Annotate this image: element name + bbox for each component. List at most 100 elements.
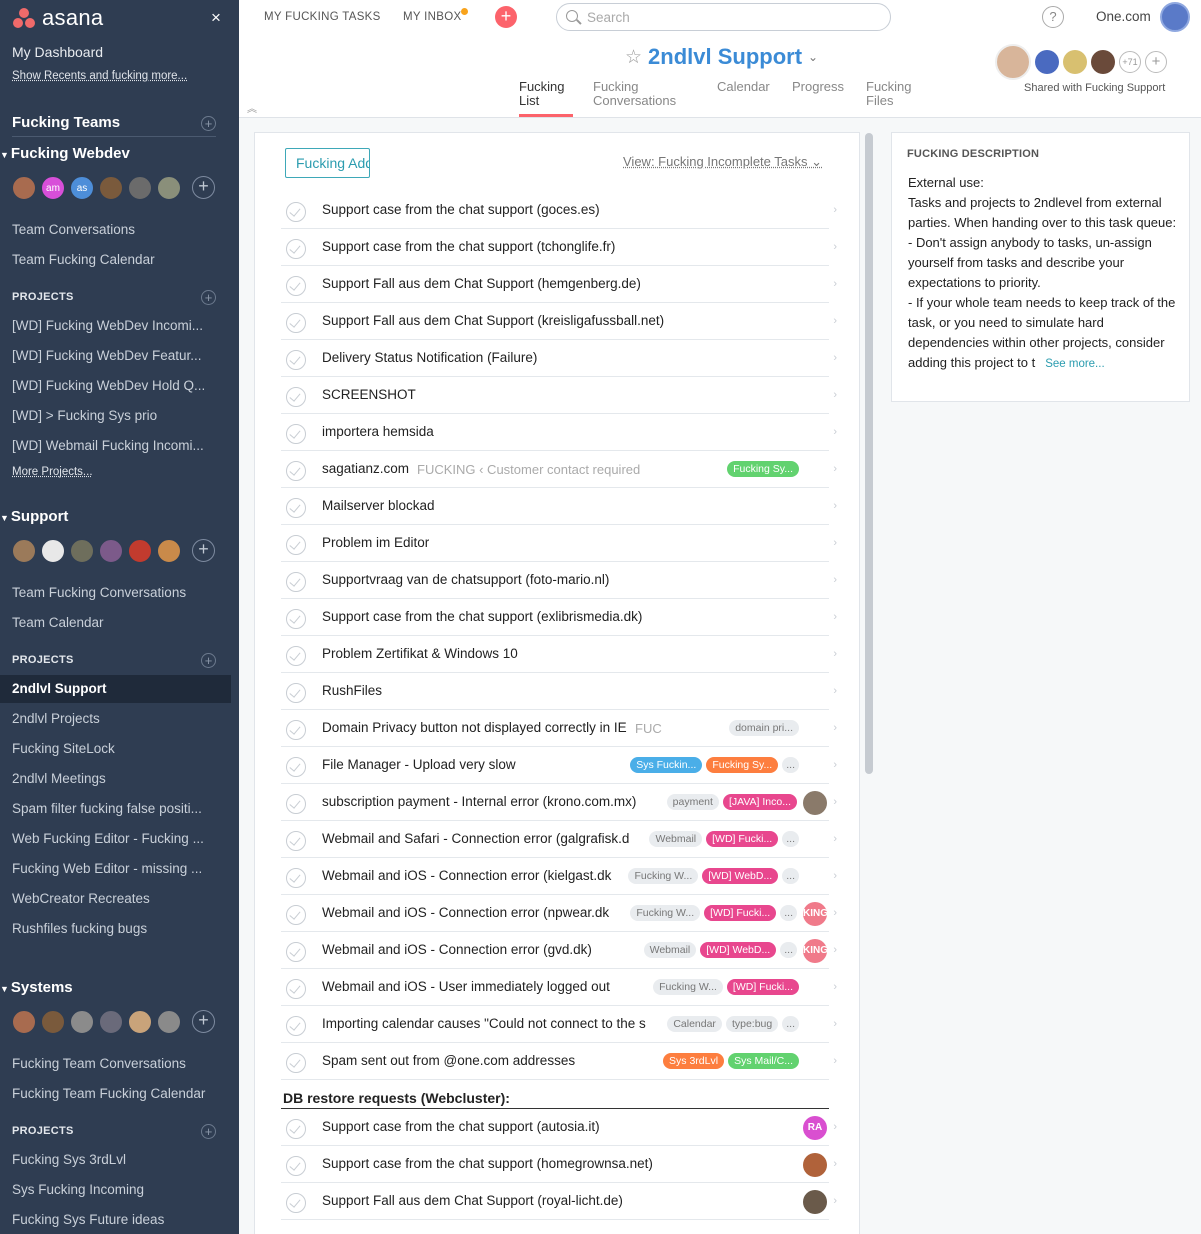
add-task-button[interactable]: Fucking Add [285, 148, 370, 178]
sidebar-project[interactable]: [WD] Webmail Fucking Incomi... [12, 438, 212, 453]
task-row[interactable]: Support Fall aus dem Chat Support (kreis… [281, 303, 837, 340]
member-avatar[interactable] [128, 539, 152, 563]
sidebar-project[interactable]: WebCreator Recreates [12, 891, 212, 906]
tag[interactable]: Sys Fuckin... [630, 757, 703, 773]
task-name[interactable]: SCREENSHOT [322, 387, 416, 402]
member-avatar[interactable] [157, 539, 181, 563]
asana-logo[interactable]: asana [12, 5, 103, 31]
tag[interactable]: ... [782, 831, 799, 847]
show-recents-link[interactable]: Show Recents and fucking more... [12, 70, 187, 82]
chevron-right-icon[interactable]: › [833, 1018, 837, 1030]
tag[interactable]: [WD] Fucki... [726, 979, 799, 995]
chevron-right-icon[interactable]: › [833, 241, 837, 253]
complete-checkbox[interactable] [286, 1156, 306, 1176]
tag[interactable]: payment [666, 794, 719, 810]
sidebar-project[interactable]: Fucking SiteLock [12, 741, 212, 756]
task-name[interactable]: Delivery Status Notification (Failure) [322, 350, 537, 365]
task-name[interactable]: Webmail and iOS - Connection error (kiel… [322, 868, 620, 883]
complete-checkbox[interactable] [286, 350, 306, 370]
task-row[interactable]: Support Fall aus dem Chat Support (hemge… [281, 266, 837, 303]
tag[interactable]: ... [782, 757, 799, 773]
team-calendar-link[interactable]: Team Fucking Calendar [12, 252, 212, 267]
chevron-right-icon[interactable]: › [833, 278, 837, 290]
tag[interactable]: [WD] WebD... [702, 868, 779, 884]
tab-progress[interactable]: Progress [792, 80, 844, 94]
sidebar-project[interactable]: 2ndlvl Projects [12, 711, 212, 726]
add-project-icon[interactable]: + [201, 1124, 216, 1139]
task-name[interactable]: Support Fall aus dem Chat Support (royal… [322, 1193, 623, 1208]
sidebar-project[interactable]: Web Fucking Editor - Fucking ... [12, 831, 212, 846]
tab-list[interactable]: Fucking List [519, 80, 565, 108]
tag[interactable]: Fucking Sy... [727, 461, 799, 477]
chevron-right-icon[interactable]: › [833, 759, 837, 771]
tag[interactable]: ... [780, 942, 797, 958]
task-row[interactable]: RushFiles › [281, 673, 837, 710]
task-row[interactable]: SCREENSHOT › [281, 377, 837, 414]
tag[interactable]: Fucking W... [653, 979, 723, 995]
complete-checkbox[interactable] [286, 942, 306, 962]
user-avatar[interactable] [1160, 2, 1190, 32]
tag[interactable]: Sys 3rdLvl [663, 1053, 725, 1069]
task-name[interactable]: Domain Privacy button not displayed corr… [322, 720, 627, 735]
tag[interactable]: type:bug [725, 1016, 779, 1032]
member-avatar[interactable] [157, 176, 181, 200]
chevron-down-icon[interactable]: ⌄ [808, 50, 818, 64]
task-row[interactable]: Support case from the chat support (exli… [281, 599, 837, 636]
task-row[interactable]: Support Fall aus dem Chat Support (royal… [281, 1183, 837, 1220]
chevron-right-icon[interactable]: › [833, 685, 837, 697]
more-projects-link[interactable]: More Projects... [12, 466, 93, 478]
chevron-right-icon[interactable]: › [833, 1195, 837, 1207]
help-button[interactable]: ? [1042, 6, 1064, 28]
team-conversations-link[interactable]: Fucking Team Conversations [12, 1056, 212, 1071]
tag[interactable]: Fucking Sy... [706, 757, 779, 773]
member-avatar[interactable] [70, 1010, 94, 1034]
member-avatar[interactable] [41, 539, 65, 563]
task-row[interactable]: Webmail and iOS - Connection error (gvd.… [281, 932, 837, 969]
tag[interactable]: ... [780, 905, 797, 921]
complete-checkbox[interactable] [286, 1053, 306, 1073]
chevron-right-icon[interactable]: › [833, 537, 837, 549]
member-avatar[interactable] [1035, 50, 1059, 74]
sidebar-project[interactable]: 2ndlvl Meetings [12, 771, 212, 786]
assignee-avatar[interactable]: KING [803, 939, 827, 963]
team-calendar-link[interactable]: Fucking Team Fucking Calendar [12, 1086, 212, 1101]
task-row[interactable]: Webmail and iOS - User immediately logge… [281, 969, 837, 1006]
tag[interactable]: domain pri... [729, 720, 799, 736]
tab-calendar[interactable]: Calendar [717, 80, 770, 94]
task-row[interactable]: Webmail and iOS - Connection error (kiel… [281, 858, 837, 895]
complete-checkbox[interactable] [286, 276, 306, 296]
sidebar-project[interactable]: [WD] Fucking WebDev Incomi... [12, 318, 212, 333]
task-row[interactable]: Importing calendar causes "Could not con… [281, 1006, 837, 1043]
chevron-right-icon[interactable]: › [833, 389, 837, 401]
tag[interactable]: Sys Mail/C... [728, 1053, 799, 1069]
task-name[interactable]: Webmail and Safari - Connection error (g… [322, 831, 641, 846]
close-sidebar-icon[interactable]: × [211, 8, 221, 28]
add-project-icon[interactable]: + [201, 290, 216, 305]
task-name[interactable]: Mailserver blockad [322, 498, 435, 513]
sidebar-project[interactable]: Spam filter fucking false positi... [12, 801, 212, 816]
task-name[interactable]: Support case from the chat support (home… [322, 1156, 653, 1171]
task-row[interactable]: Support case from the chat support (auto… [281, 1109, 837, 1146]
project-members[interactable]: +71 + [995, 44, 1167, 80]
task-row[interactable]: Delivery Status Notification (Failure) › [281, 340, 837, 377]
task-name[interactable]: Importing calendar causes "Could not con… [322, 1016, 659, 1031]
tag[interactable]: [WD] WebD... [700, 942, 777, 958]
section-header[interactable]: DB restore requests (Webcluster): [281, 1080, 829, 1109]
my-dashboard-link[interactable]: My Dashboard [12, 44, 103, 60]
chevron-right-icon[interactable]: › [833, 500, 837, 512]
chevron-right-icon[interactable]: › [833, 648, 837, 660]
tag[interactable]: Fucking W... [628, 868, 699, 884]
task-name[interactable]: Supportvraag van de chatsupport (foto-ma… [322, 572, 609, 587]
complete-checkbox[interactable] [286, 979, 306, 999]
star-icon[interactable]: ☆ [625, 46, 642, 69]
complete-checkbox[interactable] [286, 202, 306, 222]
team-header-webdev[interactable]: ▼ Fucking Webdev [0, 145, 130, 162]
member-avatar[interactable] [128, 176, 152, 200]
assignee-avatar[interactable] [803, 1153, 827, 1177]
task-row[interactable]: Support case from the chat support (tcho… [281, 229, 837, 266]
task-name[interactable]: Spam sent out from @one.com addresses [322, 1053, 655, 1068]
task-name[interactable]: Webmail and iOS - User immediately logge… [322, 979, 645, 994]
member-avatar[interactable] [995, 44, 1031, 80]
sidebar-project[interactable]: Fucking Sys Future ideas [12, 1212, 212, 1227]
search-input[interactable]: Search [556, 3, 891, 31]
